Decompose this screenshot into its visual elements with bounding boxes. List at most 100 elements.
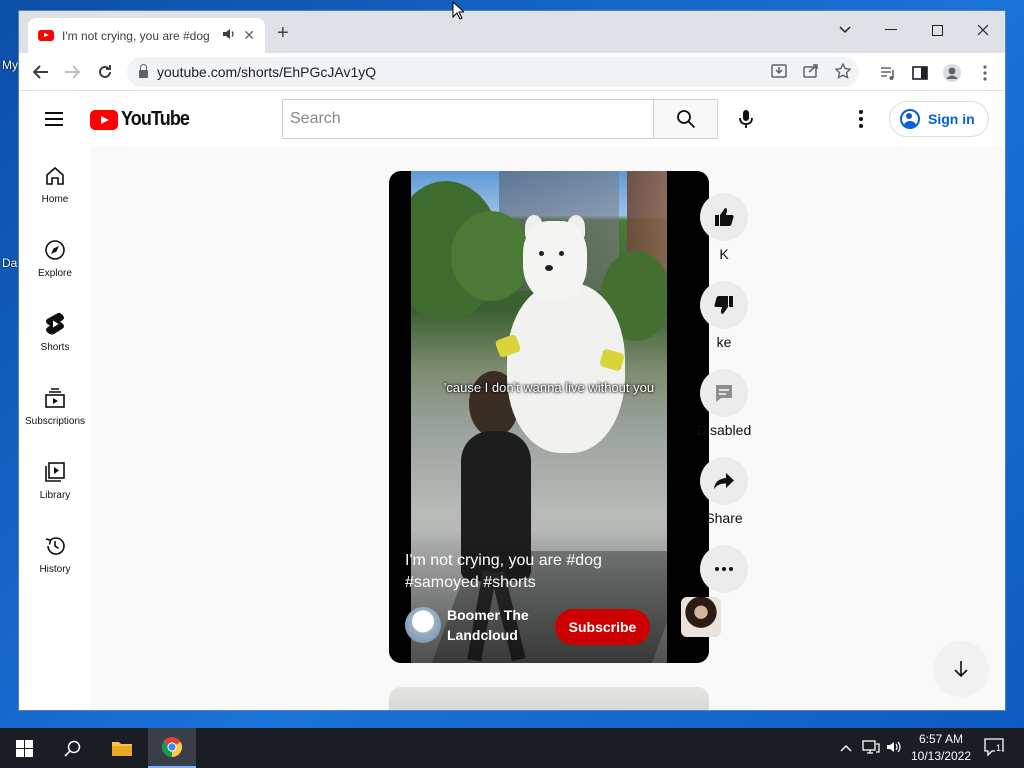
next-short-button[interactable]	[933, 641, 989, 697]
samoyed-dog	[494, 215, 631, 471]
address-bar[interactable]: youtube.com/shorts/EhPGcJAv1yQ	[127, 57, 859, 87]
share-page-icon[interactable]	[795, 63, 827, 82]
browser-tab[interactable]: I'm not crying, you are #dog ✕	[28, 18, 265, 53]
compass-icon	[44, 238, 66, 262]
guide-label: History	[39, 563, 71, 575]
desktop-icon-label[interactable]: Da	[2, 256, 17, 270]
sign-in-button[interactable]: Sign in	[889, 101, 989, 137]
chrome-taskbar-button[interactable]	[148, 728, 196, 768]
side-panel-icon[interactable]	[909, 62, 931, 84]
guide-item-subscriptions[interactable]: Subscriptions	[19, 369, 91, 443]
shorts-icon	[45, 312, 65, 336]
guide-label: Subscriptions	[24, 415, 86, 427]
channel-name[interactable]: Boomer The Landcloud	[447, 605, 551, 645]
maximize-button[interactable]	[922, 16, 952, 44]
voice-search-button[interactable]	[726, 99, 766, 139]
reload-button[interactable]	[94, 61, 116, 83]
file-explorer-button[interactable]	[98, 728, 146, 768]
media-queue-icon[interactable]	[877, 62, 899, 84]
shorts-actions: K ke Disabled Share	[689, 171, 759, 663]
search-icon	[676, 110, 695, 129]
chevron-up-icon	[840, 745, 852, 752]
close-window-button[interactable]	[968, 16, 998, 44]
next-short-preview[interactable]	[389, 687, 709, 710]
search-input[interactable]	[282, 99, 654, 139]
browser-toolbar: youtube.com/shorts/EhPGcJAv1yQ	[19, 53, 1005, 91]
share-button[interactable]: Share	[689, 457, 759, 526]
browser-window: I'm not crying, you are #dog ✕ + youtube…	[18, 10, 1006, 711]
comments-label: Disabled	[696, 422, 752, 438]
start-button[interactable]	[0, 728, 48, 768]
guide-item-shorts[interactable]: Shorts	[19, 295, 91, 369]
youtube-logo[interactable]: YouTube	[90, 108, 197, 131]
profile-icon[interactable]	[941, 62, 963, 84]
desktop-icon-label[interactable]: My	[2, 58, 18, 72]
channel-avatar[interactable]	[405, 607, 441, 643]
minimize-button[interactable]	[876, 16, 906, 44]
notification-count: 1	[995, 743, 1003, 753]
forward-button[interactable]	[61, 61, 83, 83]
hamburger-menu-icon[interactable]	[45, 112, 63, 126]
arrow-down-icon	[954, 661, 968, 678]
like-icon	[700, 193, 748, 241]
video-caption: 'cause I don't wanna live without you	[443, 380, 655, 395]
settings-more-icon[interactable]	[849, 107, 873, 131]
search-icon	[63, 740, 80, 757]
folder-icon	[112, 742, 132, 756]
mouse-cursor	[452, 0, 466, 25]
chrome-menu-icon[interactable]	[974, 62, 996, 84]
tab-title: I'm not crying, you are #dog	[62, 28, 210, 43]
guide-label: Home	[41, 193, 69, 205]
close-tab-icon[interactable]: ✕	[243, 27, 255, 44]
share-icon	[700, 457, 748, 505]
lock-icon[interactable]	[139, 64, 148, 78]
like-button[interactable]: K	[689, 193, 759, 262]
url-text[interactable]: youtube.com/shorts/EhPGcJAv1yQ	[157, 64, 763, 80]
bookmark-star-icon[interactable]	[827, 61, 859, 82]
action-center-button[interactable]: 1	[984, 738, 1004, 759]
dislike-button[interactable]: ke	[689, 281, 759, 350]
subscriptions-icon	[44, 386, 66, 410]
guide-item-history[interactable]: History	[19, 517, 91, 591]
windows-taskbar: 6:57 AM 10/13/2022 1	[0, 728, 1024, 768]
install-icon[interactable]	[763, 63, 795, 82]
windows-logo-icon	[15, 739, 33, 757]
guide-item-explore[interactable]: Explore	[19, 221, 91, 295]
comments-button[interactable]: Disabled	[689, 369, 759, 438]
back-button[interactable]	[30, 61, 52, 83]
masthead: YouTube Sign in	[19, 91, 1005, 147]
more-icon	[700, 545, 748, 593]
chrome-icon	[161, 737, 183, 758]
youtube-play-icon	[90, 109, 118, 130]
search-button[interactable]	[654, 99, 718, 139]
volume-icon[interactable]	[886, 739, 902, 758]
system-clock[interactable]: 6:57 AM 10/13/2022	[906, 731, 976, 765]
more-actions-button[interactable]	[689, 545, 759, 593]
guide-label: Library	[39, 489, 71, 501]
dislike-label: ke	[716, 334, 732, 350]
sound-source-thumbnail[interactable]	[681, 597, 721, 637]
show-hidden-icons[interactable]	[840, 740, 852, 755]
speaker-icon[interactable]	[222, 28, 235, 43]
account-icon	[900, 109, 920, 129]
youtube-page: YouTube Sign in Home Explore	[19, 91, 1005, 710]
guide-item-home[interactable]: Home	[19, 147, 91, 221]
home-icon	[44, 164, 66, 188]
guide-sidebar: Home Explore Shorts Subscriptions Librar…	[19, 147, 91, 710]
history-icon	[44, 534, 66, 558]
short-title[interactable]: I'm not crying, you are #dog #samoyed #s…	[405, 550, 625, 594]
channel-info: Boomer The Landcloud	[405, 605, 551, 645]
guide-label: Shorts	[40, 341, 70, 353]
like-count: K	[719, 246, 729, 262]
subscribe-button[interactable]: Subscribe	[555, 609, 650, 645]
taskbar-search-button[interactable]	[48, 728, 96, 768]
microphone-icon	[739, 110, 753, 128]
guide-item-library[interactable]: Library	[19, 443, 91, 517]
shorts-player[interactable]: 'cause I don't wanna live without you I'…	[389, 171, 709, 663]
library-icon	[44, 460, 66, 484]
new-tab-button[interactable]: +	[277, 23, 289, 43]
network-icon[interactable]	[862, 739, 880, 758]
tab-search-button[interactable]	[830, 16, 860, 44]
clock-time: 6:57 AM	[918, 732, 964, 746]
guide-label: Explore	[38, 267, 72, 279]
